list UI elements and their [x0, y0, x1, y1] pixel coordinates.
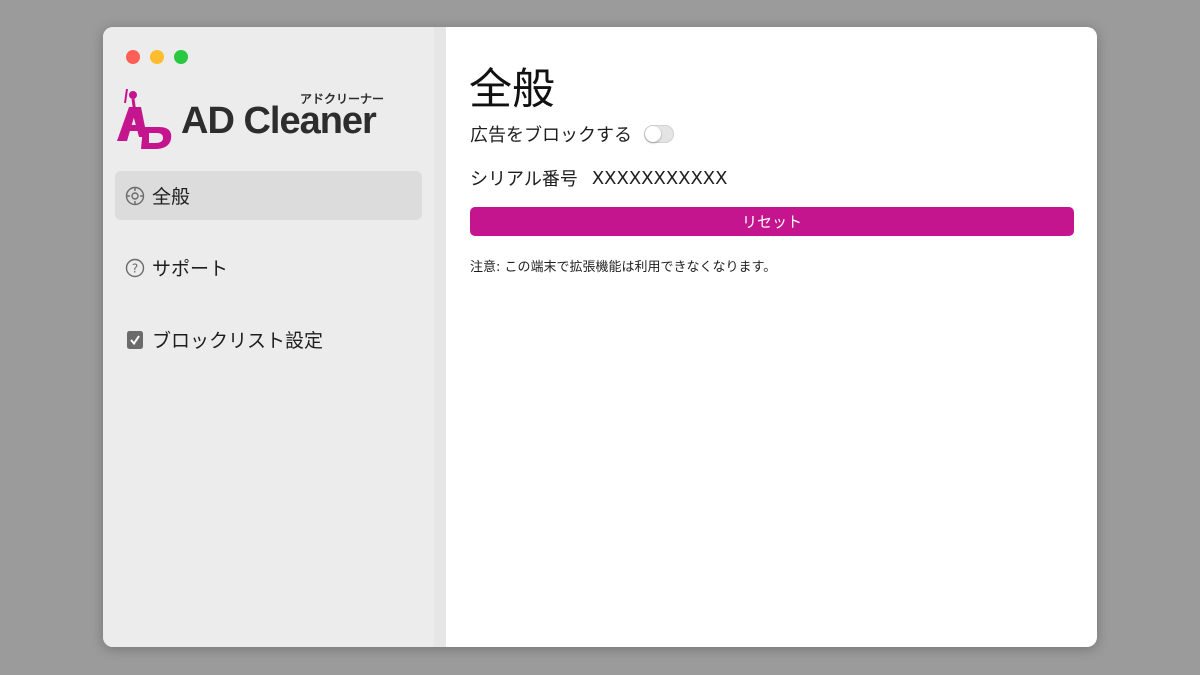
sidebar-item-label: サポート — [152, 258, 229, 280]
app-logo: アドクリーナー AD Cleaner — [113, 87, 388, 151]
minimize-button[interactable] — [150, 50, 164, 64]
question-circle-icon: ? — [124, 257, 146, 279]
gear-icon — [124, 185, 146, 207]
block-ads-row: 広告をブロックする — [470, 121, 674, 147]
sidebar-item-general[interactable]: 全般 — [115, 171, 422, 220]
sidebar-divider — [434, 27, 446, 647]
serial-value: XXXXXXXXXXX — [591, 167, 728, 189]
toggle-knob — [645, 126, 661, 142]
sidebar-item-label: ブロックリスト設定 — [152, 330, 324, 352]
block-ads-label: 広告をブロックする — [470, 125, 632, 146]
sidebar-item-blocklist[interactable]: ブロックリスト設定 — [115, 315, 422, 364]
page-title: 全般 — [469, 65, 555, 115]
serial-row: シリアル番号 XXXXXXXXXXX — [470, 165, 727, 191]
close-button[interactable] — [126, 50, 140, 64]
warning-note: 注意: この端末で拡張機能は利用できなくなります。 — [470, 260, 777, 275]
checkbox-icon — [124, 329, 146, 351]
app-window: アドクリーナー AD Cleaner 全般 ? サポート ブロックリスト設定 全… — [103, 27, 1097, 647]
reset-button[interactable]: リセット — [470, 207, 1074, 236]
svg-text:?: ? — [132, 261, 138, 275]
zoom-button[interactable] — [174, 50, 188, 64]
sidebar: アドクリーナー AD Cleaner 全般 ? サポート ブロックリスト設定 — [103, 27, 434, 647]
serial-label: シリアル番号 — [470, 169, 578, 190]
logo-text: AD Cleaner — [181, 100, 377, 142]
logo-mark-icon — [117, 88, 172, 149]
sidebar-item-support[interactable]: ? サポート — [115, 243, 422, 292]
sidebar-item-label: 全般 — [152, 186, 191, 208]
block-ads-toggle[interactable] — [644, 125, 674, 143]
